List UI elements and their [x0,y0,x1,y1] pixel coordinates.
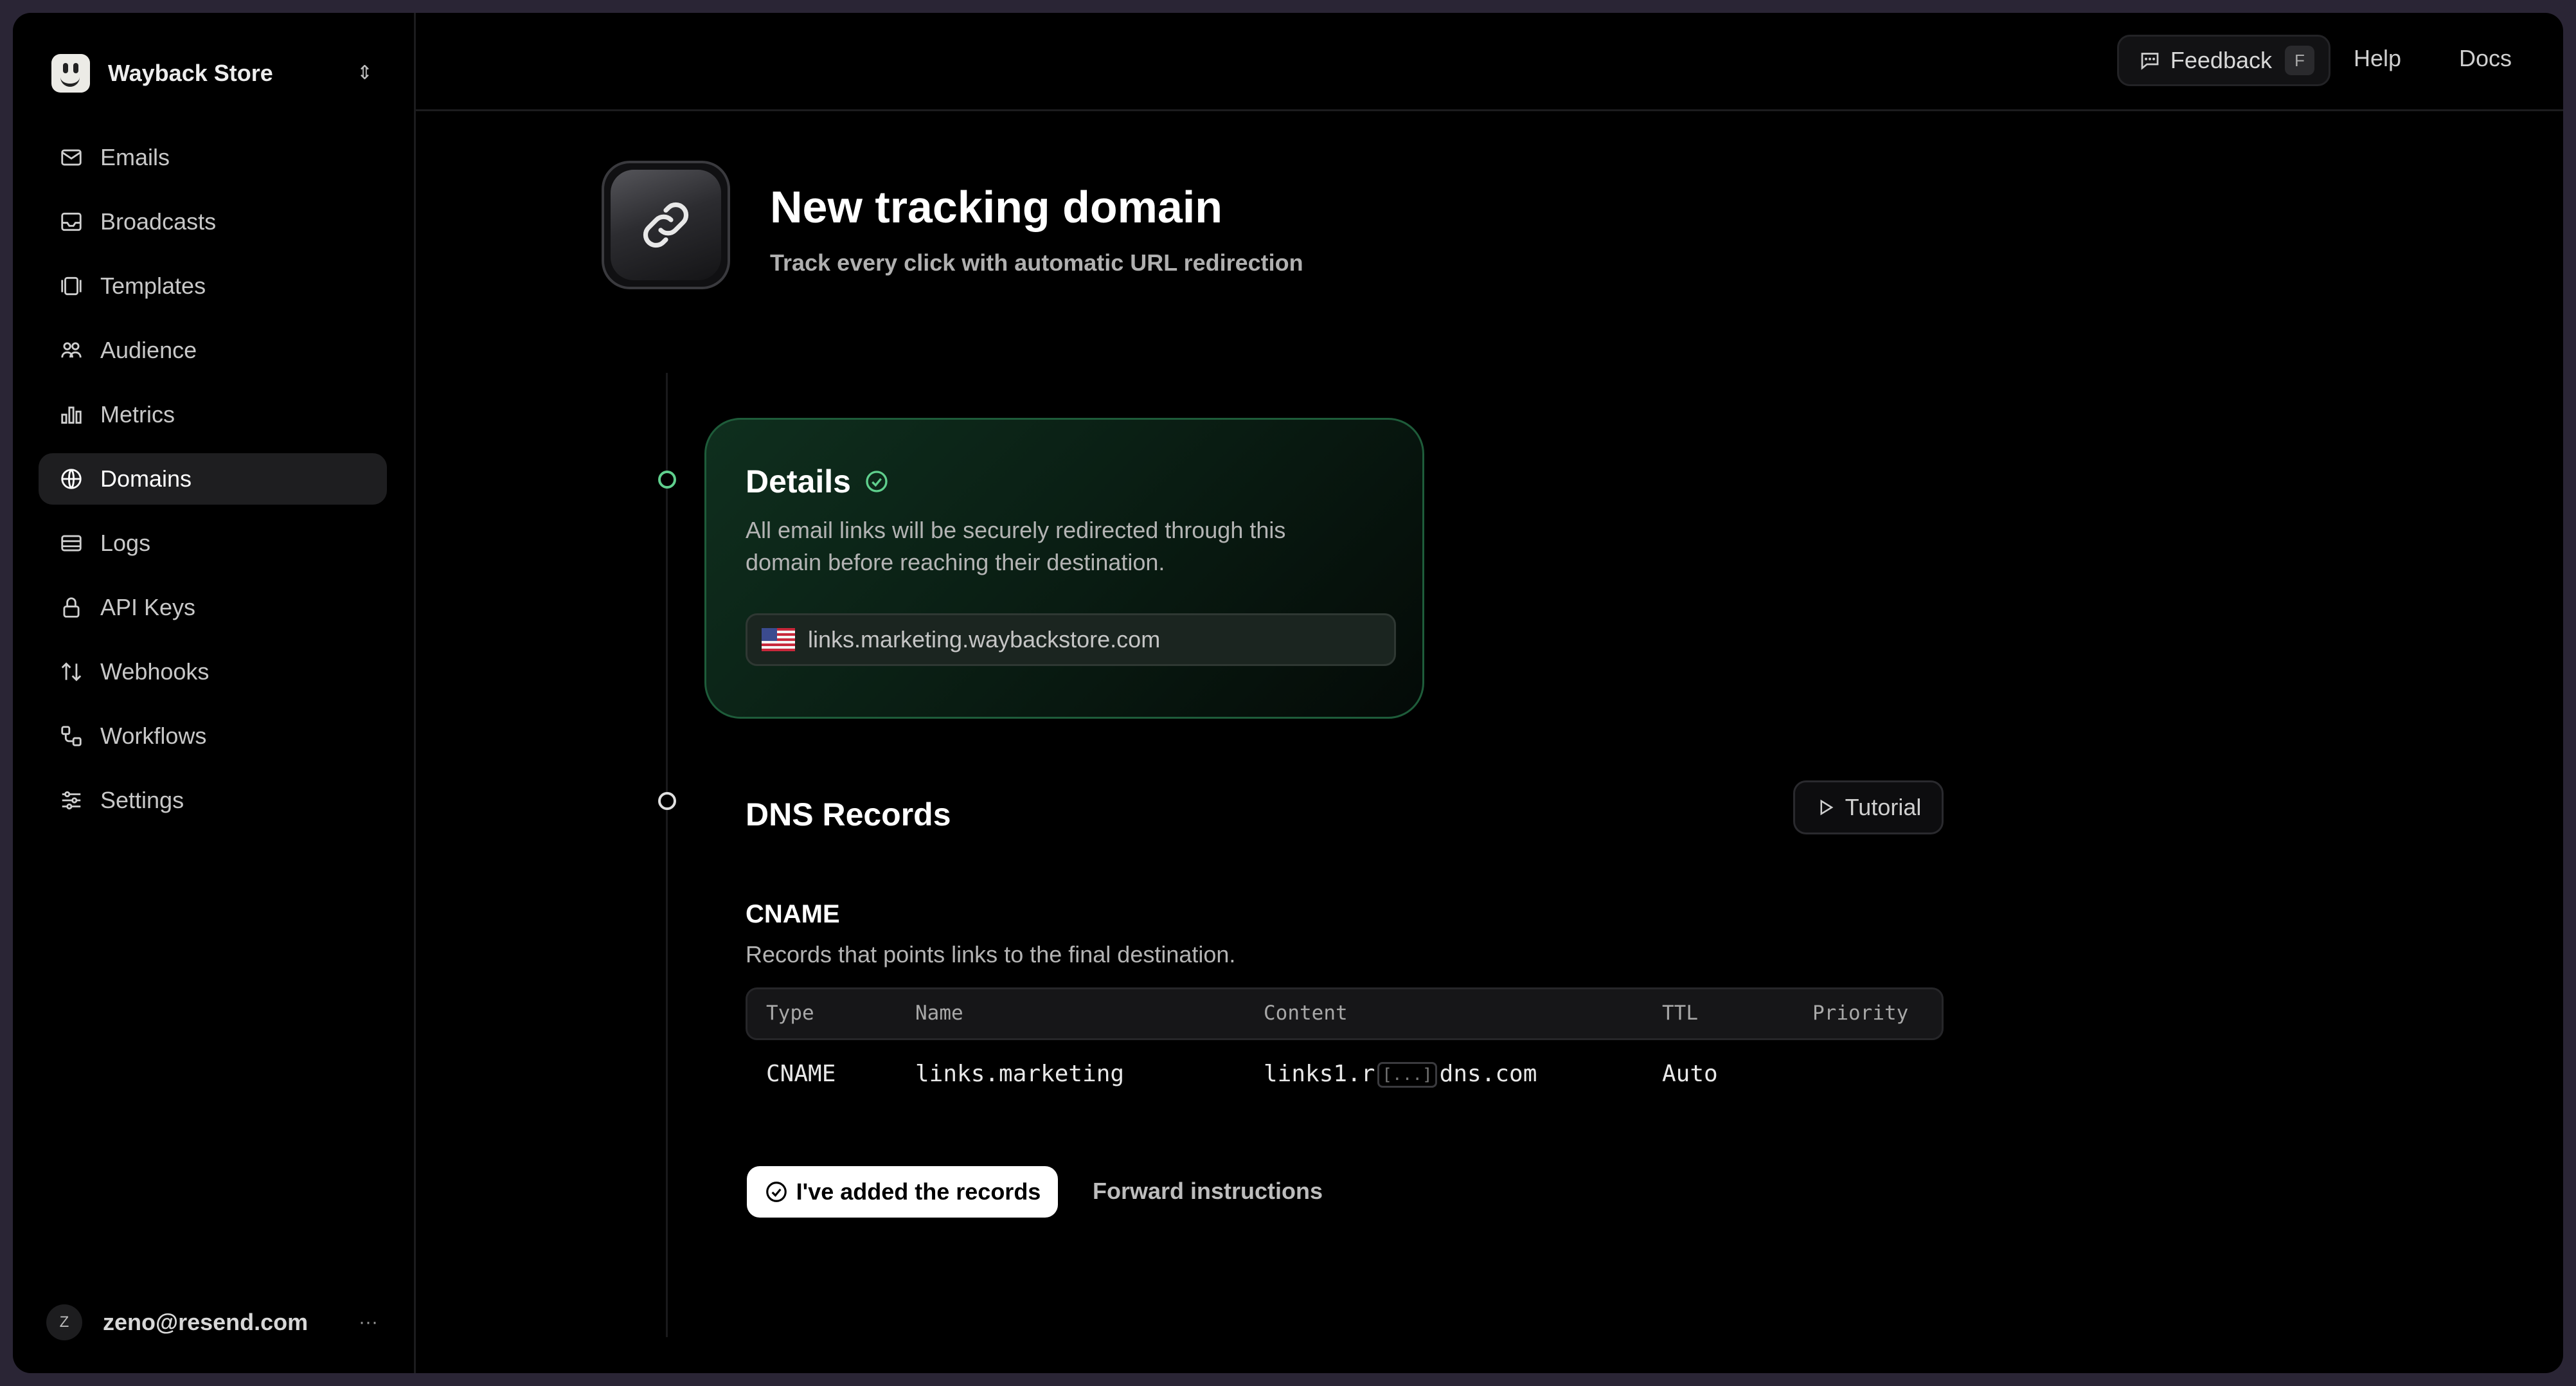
details-title-text: Details [746,464,851,500]
lock-icon [63,597,80,618]
sidebar-nav: Emails Broadcasts Templates Audience Met… [39,132,387,839]
link-icon [602,161,730,289]
check-circle-icon [866,471,888,492]
chevron-up-down-icon: ⇕ [356,62,373,84]
us-flag-icon [762,628,795,651]
timeline-line [666,373,668,1337]
docs-link[interactable]: Docs [2459,45,2512,72]
sidebar-item-label: Audience [100,337,197,363]
forward-instructions-button[interactable]: Forward instructions [1093,1178,1323,1205]
page-title: New tracking domain [770,182,1223,232]
inbox-icon [61,212,82,231]
cname-section-title: CNAME [746,900,840,928]
sidebar-item-settings[interactable]: Settings [39,775,387,826]
sidebar-item-workflows[interactable]: Workflows [39,710,387,762]
user-email: zeno@resend.com [103,1309,309,1335]
workspace-name: Wayback Store [108,60,273,86]
sidebar-item-emails[interactable]: Emails [39,132,387,183]
logs-icon [61,535,82,552]
sidebar-item-domains[interactable]: Domains [39,453,387,505]
step-complete-dot [658,471,676,489]
column-header-content: Content [1264,1002,1348,1025]
tutorial-label: Tutorial [1845,794,1922,820]
cell-type[interactable]: CNAME [766,1061,836,1087]
tutorial-button[interactable]: Tutorial [1793,780,1944,834]
sidebar-item-label: Settings [100,787,184,813]
details-title: Details [746,463,890,500]
bar-chart-icon [61,406,82,424]
more-icon[interactable]: ··· [359,1311,378,1333]
sidebar-item-label: Workflows [100,723,207,749]
sidebar-item-api-keys[interactable]: API Keys [39,582,387,633]
sidebar-item-metrics[interactable]: Metrics [39,389,387,440]
sidebar-item-label: Emails [100,144,170,170]
cname-section-description: Records that points links to the final d… [746,941,1236,968]
sidebar-item-logs[interactable]: Logs [39,518,387,569]
help-link[interactable]: Help [2354,45,2401,72]
content-end: dns.com [1439,1061,1537,1087]
users-icon [61,342,82,358]
sidebar-item-broadcasts[interactable]: Broadcasts [39,196,387,248]
sliders-icon [62,791,81,810]
dns-records-title: DNS Records [746,797,951,833]
domain-field[interactable]: links.marketing.waybackstore.com [746,613,1396,666]
globe-icon [61,469,82,489]
sidebar-item-label: Templates [100,273,206,299]
topbar: Feedback F Help Docs [414,13,2563,111]
sidebar-item-label: API Keys [100,594,196,620]
check-circle-icon [765,1182,787,1202]
feedback-button[interactable]: Feedback F [2116,35,2330,86]
content-start: links1.r [1264,1061,1375,1087]
sidebar: Wayback Store ⇕ Emails Broadcasts Templa… [13,13,416,1373]
column-header-priority: Priority [1812,1002,1909,1025]
sidebar-item-webhooks[interactable]: Webhooks [39,646,387,698]
details-description: All email links will be securely redirec… [746,517,1286,575]
message-icon [2141,53,2159,70]
step-current-dot [658,792,676,810]
truncation-badge: [...] [1377,1062,1437,1088]
user-menu[interactable]: Z zeno@resend.com ··· [46,1300,393,1345]
domain-value: links.marketing.waybackstore.com [808,626,1161,652]
template-icon [61,276,82,296]
cell-ttl[interactable]: Auto [1662,1061,1718,1087]
avatar: Z [46,1304,82,1340]
cell-content[interactable]: links1.r [...] dns.com [1264,1061,1537,1088]
sidebar-item-label: Broadcasts [100,208,217,235]
cell-name[interactable]: links.marketing [915,1061,1124,1087]
sidebar-item-audience[interactable]: Audience [39,325,387,376]
play-icon [1820,799,1834,816]
sidebar-item-label: Webhooks [100,658,210,685]
feedback-label: Feedback [2170,47,2272,73]
sidebar-item-label: Logs [100,530,151,556]
workspace-switcher[interactable]: Wayback Store ⇕ [51,41,398,105]
column-header-type: Type [766,1002,814,1025]
sidebar-item-label: Metrics [100,401,175,428]
page-subtitle: Track every click with automatic URL red… [770,249,1303,276]
sidebar-item-label: Domains [100,465,192,492]
column-header-ttl: TTL [1662,1002,1698,1025]
arrows-icon [61,662,82,681]
confirm-records-label: I've added the records [796,1178,1041,1205]
confirm-records-button[interactable]: I've added the records [747,1166,1058,1218]
app-window: Wayback Store ⇕ Emails Broadcasts Templa… [13,13,2563,1373]
column-header-name: Name [915,1002,963,1025]
keyboard-shortcut: F [2285,46,2314,75]
workflow-icon [61,726,82,746]
mail-icon [61,149,82,166]
workspace-logo [51,54,90,93]
sidebar-item-templates[interactable]: Templates [39,260,387,312]
